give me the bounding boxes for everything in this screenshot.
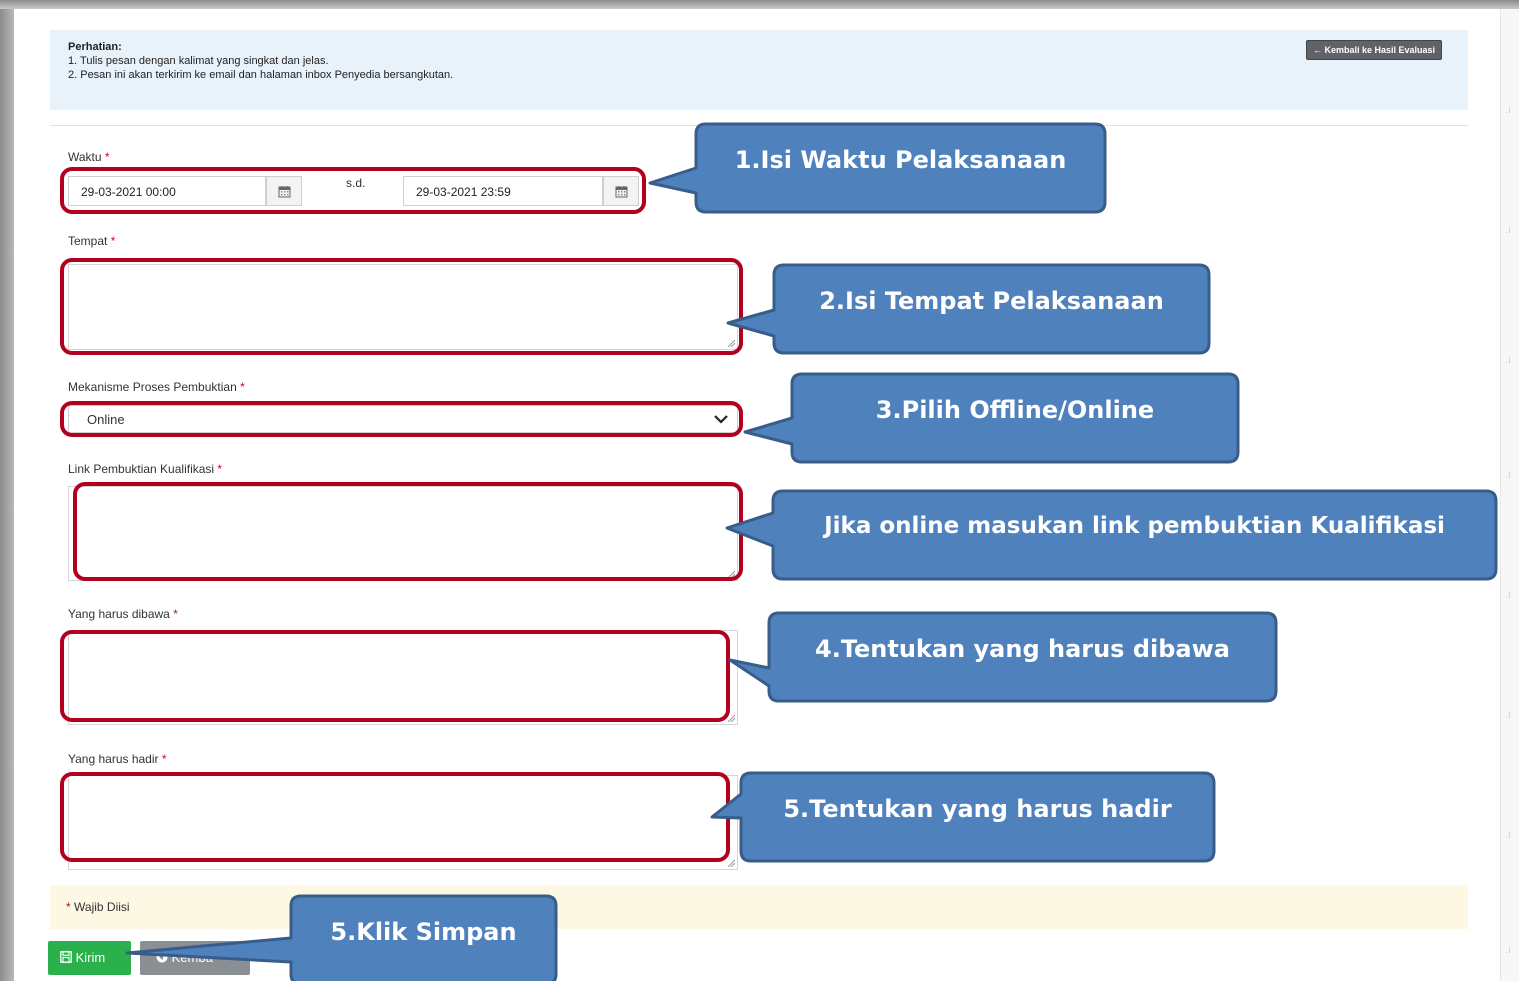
required-mark: *	[104, 150, 110, 164]
dibawa-label: Yang harus dibawa *	[68, 607, 178, 621]
mekanisme-label: Mekanisme Proses Pembuktian *	[68, 380, 245, 394]
required-mark: *	[66, 900, 71, 914]
tempat-label-text: Tempat	[68, 234, 108, 248]
divider	[50, 125, 1468, 126]
waktu-label: Waktu *	[68, 150, 110, 164]
link-label-text: Link Pembuktian Kualifikasi	[68, 462, 215, 476]
hadir-label-text: Yang harus hadir	[68, 752, 159, 766]
dibawa-label-text: Yang harus dibawa	[68, 607, 170, 621]
window-frame-left	[0, 0, 14, 981]
notice-line-2: 2. Pesan ini akan terkirim ke email dan …	[68, 69, 454, 81]
save-icon	[60, 951, 72, 963]
link-label: Link Pembuktian Kualifikasi *	[68, 462, 222, 476]
highlight-waktu	[60, 167, 646, 214]
notice-line-1: 1. Tulis pesan dengan kalimat yang singk…	[68, 55, 329, 67]
callout-1: 1.Isi Waktu Pelaksanaan	[734, 146, 1067, 174]
hadir-label: Yang harus hadir *	[68, 752, 167, 766]
required-mark: *	[110, 234, 116, 248]
kembali-button-label: Kemba	[171, 950, 213, 965]
callout-4: Jika online masukan link pembuktian Kual…	[824, 513, 1445, 539]
callout-5: 4.Tentukan yang harus dibawa	[815, 635, 1230, 663]
kembali-button[interactable]: Kemba	[140, 941, 250, 975]
back-to-evaluation-button[interactable]: ← Kembali ke Hasil Evaluasi	[1305, 40, 1442, 60]
resize-grip-icon[interactable]	[727, 859, 735, 867]
required-mark: *	[173, 607, 178, 621]
required-note-text: Wajib Diisi	[74, 900, 130, 914]
window-frame-top	[0, 0, 1519, 9]
highlight-hadir	[60, 772, 730, 862]
highlight-mekanisme	[60, 401, 743, 437]
required-mark: *	[217, 462, 223, 476]
mekanisme-label-text: Mekanisme Proses Pembuktian	[68, 380, 237, 394]
notice-box: Perhatian: 1. Tulis pesan dengan kalimat…	[50, 30, 1468, 110]
waktu-label-text: Waktu	[68, 150, 102, 164]
tempat-label: Tempat *	[68, 234, 115, 248]
kirim-button-label: Kirim	[75, 950, 106, 965]
notice-title: Perhatian:	[68, 41, 122, 53]
required-note: * Wajib Diisi	[50, 885, 1468, 929]
required-mark: *	[240, 380, 245, 394]
callout-2: 2.Isi Tempat Pelaksanaan	[819, 287, 1164, 315]
back-circle-icon	[156, 951, 168, 963]
highlight-dibawa	[60, 630, 730, 722]
callout-6: 5.Tentukan yang harus hadir	[783, 795, 1172, 823]
callout-7: 5.Klik Simpan	[330, 918, 517, 946]
kirim-button[interactable]: Kirim	[48, 941, 131, 975]
highlight-tempat	[60, 258, 743, 355]
right-side-panel: .ı .ı .ı .ı .ı .ı .ı .ı	[1500, 9, 1519, 981]
highlight-link	[73, 482, 743, 581]
required-mark: *	[161, 752, 167, 766]
callout-3: 3.Pilih Offline/Online	[875, 396, 1155, 424]
